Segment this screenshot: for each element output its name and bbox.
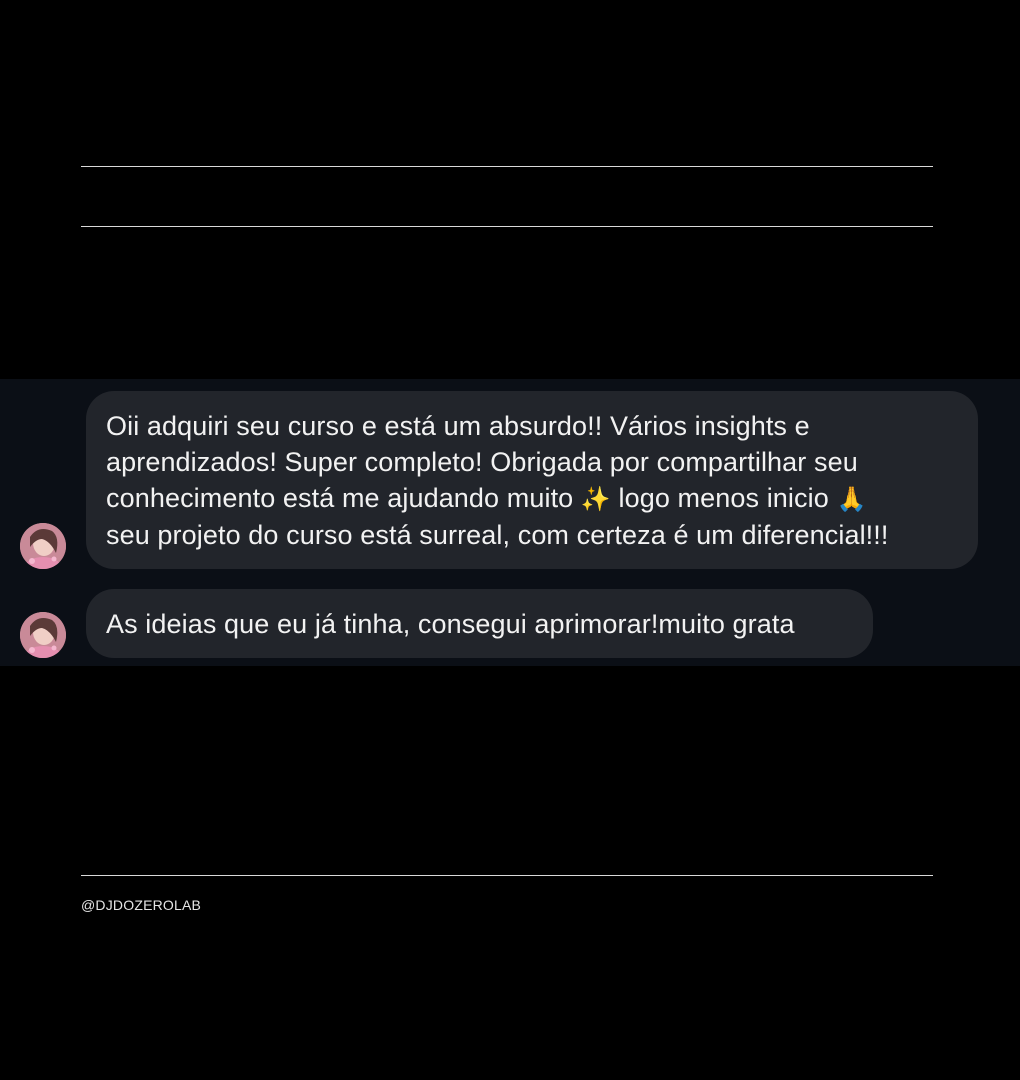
divider-line bbox=[81, 875, 933, 876]
avatar[interactable] bbox=[20, 523, 66, 569]
divider-line bbox=[81, 166, 933, 167]
message-text: conhecimento está me ajudando muito bbox=[106, 483, 574, 513]
avatar-photo-icon bbox=[20, 612, 66, 658]
message-text: logo menos inicio bbox=[618, 483, 829, 513]
avatar-photo-icon bbox=[20, 523, 66, 569]
chat-thread: Oii adquiri seu curso e está um absurdo!… bbox=[0, 379, 1020, 666]
message-line: aprendizados! Super completo! Obrigada p… bbox=[106, 447, 858, 477]
message-bubble[interactable]: As ideias que eu já tinha, consegui apri… bbox=[86, 589, 873, 658]
message-bubble[interactable]: Oii adquiri seu curso e está um absurdo!… bbox=[86, 391, 978, 569]
message-line: conhecimento está me ajudando muito ✨ lo… bbox=[106, 480, 958, 517]
divider-line bbox=[81, 226, 933, 227]
message-line: Oii adquiri seu curso e está um absurdo!… bbox=[106, 411, 810, 441]
message-text: As ideias que eu já tinha, consegui apri… bbox=[106, 609, 795, 639]
sparkles-icon: ✨ bbox=[580, 485, 611, 513]
avatar[interactable] bbox=[20, 612, 66, 658]
folded-hands-icon: 🙏 bbox=[836, 485, 867, 513]
author-handle: @DJDOZEROLAB bbox=[81, 897, 202, 913]
message-line: seu projeto do curso está surreal, com c… bbox=[106, 520, 889, 550]
